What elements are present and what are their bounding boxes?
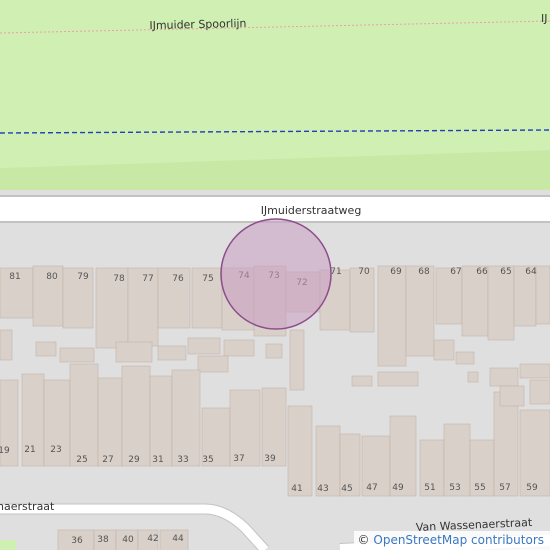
building bbox=[455, 351, 475, 365]
building bbox=[69, 363, 99, 467]
house-number-label: 79 bbox=[77, 272, 89, 282]
copyright-symbol: © bbox=[357, 533, 370, 547]
house-number-label: 68 bbox=[418, 267, 430, 277]
house-number-label: 67 bbox=[450, 267, 461, 277]
south-road-label-left[interactable]: naerstraat bbox=[0, 500, 55, 513]
house-number-label: 57 bbox=[499, 483, 510, 493]
building bbox=[265, 343, 283, 359]
house-number-label: 19 bbox=[0, 446, 10, 456]
rail-label: IJmuider Spoorlijn bbox=[149, 17, 246, 32]
house-number-label: 31 bbox=[152, 455, 163, 465]
building bbox=[519, 363, 550, 379]
house-number-label: 40 bbox=[122, 535, 134, 545]
house-number-label: 55 bbox=[474, 483, 485, 493]
building bbox=[287, 405, 313, 497]
building bbox=[97, 377, 123, 467]
house-number-label: 41 bbox=[291, 484, 302, 494]
house-number-label: 80 bbox=[46, 272, 58, 282]
house-number-label: 35 bbox=[202, 455, 213, 465]
building bbox=[529, 379, 550, 405]
building bbox=[489, 367, 519, 387]
house-number-label: 23 bbox=[50, 445, 61, 455]
building bbox=[487, 265, 515, 341]
house-number-label: 21 bbox=[24, 445, 35, 455]
house-number-label: 53 bbox=[449, 483, 460, 493]
building bbox=[115, 341, 153, 363]
corner-green-patch bbox=[0, 540, 16, 550]
building bbox=[121, 365, 151, 467]
house-number-label: 59 bbox=[526, 483, 538, 493]
building bbox=[59, 347, 95, 363]
house-number-label: 69 bbox=[390, 267, 402, 277]
house-number-label: 36 bbox=[71, 536, 83, 546]
building bbox=[0, 329, 13, 361]
building bbox=[171, 369, 201, 467]
osm-attribution-link[interactable]: OpenStreetMap contributors bbox=[373, 533, 544, 547]
house-number-label: 81 bbox=[9, 272, 20, 282]
house-number-label: 76 bbox=[172, 274, 184, 284]
house-number-label: 71 bbox=[330, 267, 341, 277]
house-number-label: 37 bbox=[233, 454, 244, 464]
building bbox=[35, 341, 57, 357]
house-number-label: 77 bbox=[142, 274, 153, 284]
house-number-label: 45 bbox=[341, 484, 352, 494]
house-number-label: 42 bbox=[147, 534, 158, 544]
location-marker[interactable] bbox=[220, 218, 332, 330]
attribution: © OpenStreetMap contributors bbox=[353, 531, 550, 550]
house-number-label: 47 bbox=[366, 483, 377, 493]
house-number-label: 25 bbox=[76, 455, 87, 465]
marker-layer bbox=[220, 218, 332, 330]
house-number-label: 51 bbox=[424, 483, 435, 493]
house-number-label: 65 bbox=[500, 267, 511, 277]
house-number-label: 27 bbox=[102, 455, 113, 465]
building bbox=[493, 391, 519, 497]
building bbox=[433, 339, 455, 361]
main-road-label[interactable]: IJmuiderstraatweg bbox=[261, 204, 362, 217]
house-number-label: 39 bbox=[264, 454, 276, 464]
building bbox=[349, 267, 375, 333]
railway-green-area bbox=[0, 0, 550, 168]
building bbox=[149, 375, 173, 467]
building bbox=[467, 371, 479, 383]
building bbox=[289, 329, 305, 391]
map-canvas[interactable]: IJmuider Spoorlijn IJ IJmuiderstraatweg … bbox=[0, 0, 550, 550]
house-number-label: 29 bbox=[128, 455, 140, 465]
house-number-label: 49 bbox=[392, 483, 404, 493]
house-number-label: 44 bbox=[172, 534, 184, 544]
house-number-label: 38 bbox=[97, 535, 109, 545]
building bbox=[157, 345, 187, 361]
building bbox=[351, 375, 373, 387]
rail-label-right: IJ bbox=[541, 12, 548, 25]
house-number-label: 66 bbox=[476, 267, 488, 277]
house-number-label: 78 bbox=[113, 274, 125, 284]
building bbox=[187, 337, 221, 355]
house-number-label: 70 bbox=[358, 267, 370, 277]
building bbox=[535, 265, 550, 325]
house-number-label: 33 bbox=[177, 455, 188, 465]
building bbox=[197, 355, 229, 373]
building bbox=[499, 385, 525, 407]
building bbox=[377, 371, 419, 387]
house-number-label: 75 bbox=[202, 274, 213, 284]
house-number-label: 64 bbox=[525, 267, 537, 277]
building bbox=[223, 339, 255, 357]
building bbox=[377, 265, 407, 367]
house-number-label: 43 bbox=[317, 484, 328, 494]
building bbox=[405, 265, 435, 357]
